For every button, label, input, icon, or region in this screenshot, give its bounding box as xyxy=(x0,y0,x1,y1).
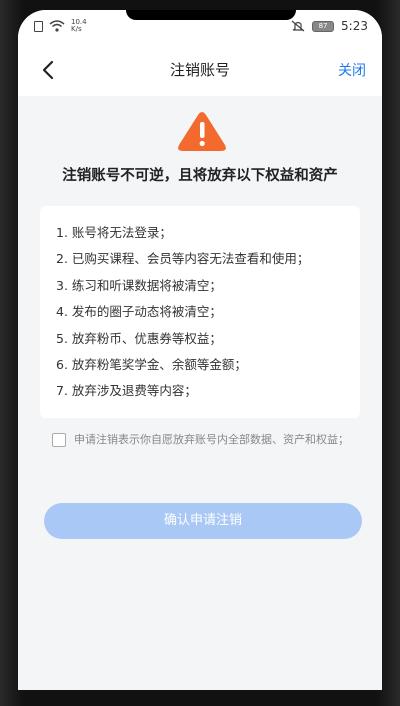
rights-list: 1. 账号将无法登录； 2. 已购买课程、会员等内容无法查看和使用； 3. 练习… xyxy=(56,220,344,405)
warning-icon xyxy=(178,112,226,151)
list-item: 7. 放弃涉及退费等内容； xyxy=(56,383,197,399)
rights-card: 1. 账号将无法登录； 2. 已购买课程、会员等内容无法查看和使用； 3. 练习… xyxy=(40,206,360,418)
list-item: 4. 发布的圈子动态将被清空； xyxy=(56,304,222,320)
main-content: 注销账号不可逆，且将放弃以下权益和资产 1. 账号将无法登录； 2. 已购买课程… xyxy=(18,96,382,690)
agreement-text[interactable]: 申请注销表示你自愿放弃账号内全部数据、资产和权益； xyxy=(74,431,352,449)
list-item: 5. 放弃粉币、优惠券等权益； xyxy=(56,330,222,346)
camera-notch xyxy=(126,10,296,20)
net-speed: 10.4 K/s xyxy=(71,19,87,33)
clock: 5:23 xyxy=(341,19,368,33)
close-button[interactable]: 关闭 xyxy=(338,60,366,80)
nav-bar: 注销账号 关闭 xyxy=(18,44,382,96)
list-item: 6. 放弃粉笔奖学金、余额等金额； xyxy=(56,356,247,372)
wifi-icon xyxy=(49,20,65,32)
screen: 10.4 K/s 87 5:23 注销账号 关闭 注销账号不可逆，且将放弃以下权… xyxy=(18,10,382,690)
list-item: 3. 练习和听课数据将被清空； xyxy=(56,277,222,293)
sim-icon xyxy=(34,20,43,32)
battery-icon: 87 xyxy=(312,20,335,32)
status-right: 87 5:23 xyxy=(291,19,368,33)
net-speed-unit: K/s xyxy=(71,25,82,33)
mute-icon xyxy=(291,20,305,32)
warning-headline: 注销账号不可逆，且将放弃以下权益和资产 xyxy=(62,168,338,184)
confirm-cancel-account-button[interactable]: 确认申请注销 xyxy=(44,503,362,539)
list-item: 2. 已购买课程、会员等内容无法查看和使用； xyxy=(56,251,310,267)
list-item: 1. 账号将无法登录； xyxy=(56,225,172,240)
agreement-checkbox[interactable] xyxy=(52,433,66,447)
page-title: 注销账号 xyxy=(169,61,230,79)
status-left: 10.4 K/s xyxy=(34,19,87,33)
phone-frame: 10.4 K/s 87 5:23 注销账号 关闭 注销账号不可逆，且将放弃以下权… xyxy=(0,0,400,706)
